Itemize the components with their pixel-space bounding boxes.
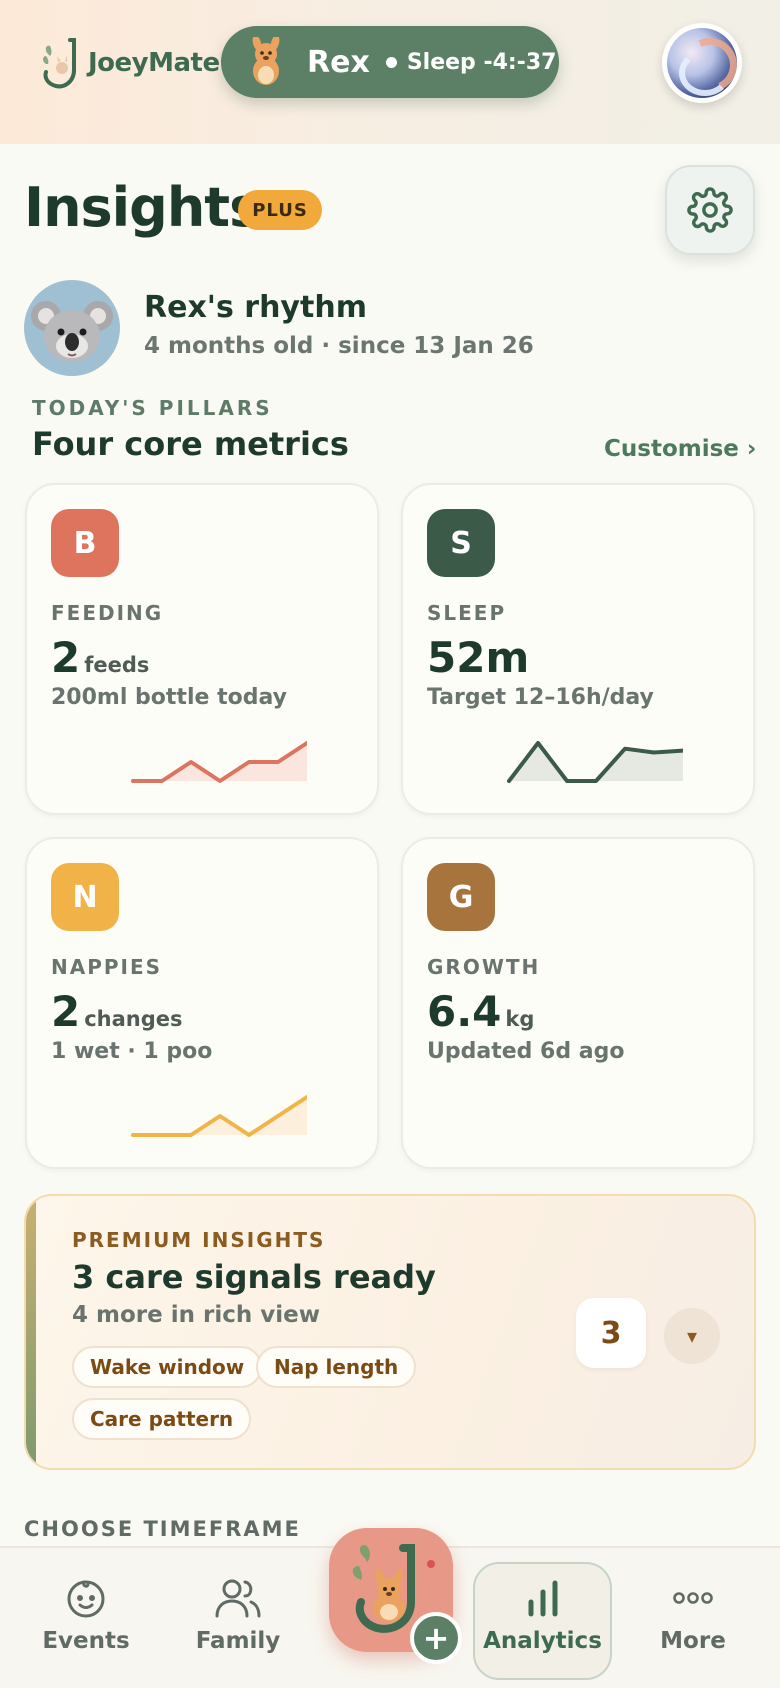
nav-family[interactable]: Family bbox=[178, 1548, 298, 1688]
plus-badge: PLUS bbox=[238, 190, 322, 230]
feeding-count: 2 bbox=[51, 633, 81, 682]
sleep-value: 52m bbox=[427, 633, 529, 682]
nav-events-label: Events bbox=[42, 1628, 130, 1654]
feeding-value: 2 feeds bbox=[51, 633, 149, 682]
settings-button[interactable] bbox=[665, 165, 755, 255]
page-title: Insights bbox=[24, 176, 261, 239]
joey-logo-icon bbox=[43, 38, 76, 89]
premium-label: PREMIUM INSIGHTS bbox=[72, 1228, 326, 1252]
kangaroo-icon bbox=[252, 37, 280, 85]
rhythm-title: Rex's rhythm bbox=[144, 290, 367, 325]
baby-face-icon bbox=[67, 1580, 105, 1618]
nappies-value: 2 changes bbox=[51, 987, 183, 1036]
feeding-unit: feeds bbox=[84, 653, 150, 677]
premium-subtitle: 4 more in rich view bbox=[72, 1302, 320, 1328]
nappies-card[interactable]: N NAPPIES 2 changes 1 wet · 1 poo bbox=[25, 837, 379, 1169]
joeymate-logo[interactable]: JoeyMate bbox=[40, 36, 220, 90]
gear-icon bbox=[687, 187, 733, 233]
nav-more[interactable]: More bbox=[633, 1548, 753, 1688]
nappies-unit: changes bbox=[84, 1007, 183, 1031]
nappies-count: 2 bbox=[51, 987, 81, 1036]
sleep-label: SLEEP bbox=[427, 601, 507, 625]
nappies-label: NAPPIES bbox=[51, 955, 163, 979]
premium-accent-stripe bbox=[26, 1196, 36, 1468]
pillars-heading: Four core metrics bbox=[32, 425, 349, 463]
sleep-sparkline bbox=[507, 741, 683, 783]
nav-events[interactable]: Events bbox=[26, 1548, 146, 1688]
premium-title: 3 care signals ready bbox=[72, 1258, 436, 1296]
nav-analytics-label: Analytics bbox=[483, 1628, 602, 1654]
sleep-duration: 52m bbox=[427, 633, 530, 682]
nappies-tile-icon: N bbox=[51, 863, 119, 931]
user-avatar bbox=[667, 28, 737, 98]
sleep-tile-icon: S bbox=[427, 509, 495, 577]
people-icon bbox=[215, 1579, 261, 1618]
nav-analytics[interactable]: Analytics bbox=[473, 1548, 612, 1688]
nav-family-label: Family bbox=[195, 1628, 281, 1654]
feeding-sparkline bbox=[131, 741, 307, 783]
more-dots-icon bbox=[673, 1592, 713, 1604]
growth-sub: Updated 6d ago bbox=[427, 1039, 625, 1064]
user-avatar-button[interactable] bbox=[662, 23, 742, 103]
baby-name: Rex bbox=[307, 44, 370, 80]
feeding-card[interactable]: B FEEDING 2 feeds 200ml bottle today bbox=[25, 483, 379, 815]
sleep-sub: Target 12–16h/day bbox=[427, 685, 654, 710]
chip-wake-window[interactable]: Wake window bbox=[72, 1346, 263, 1388]
feeding-tile-icon: B bbox=[51, 509, 119, 577]
pillars-section-label: TODAY'S PILLARS bbox=[32, 396, 273, 420]
koala-icon bbox=[31, 301, 113, 362]
rhythm-subtitle: 4 months old · since 13 Jan 26 bbox=[144, 333, 534, 359]
baby-switcher-pill[interactable]: Rex Sleep -4:-37 bbox=[221, 26, 559, 98]
nappies-sparkline bbox=[131, 1095, 307, 1137]
customise-link[interactable]: Customise › bbox=[604, 436, 756, 462]
timeframe-label: CHOOSE TIMEFRAME bbox=[24, 1517, 301, 1541]
chip-nap-length[interactable]: Nap length bbox=[256, 1346, 417, 1388]
bar-chart-icon bbox=[528, 1580, 557, 1617]
chip-care-pattern[interactable]: Care pattern bbox=[72, 1398, 252, 1440]
growth-tile-icon: G bbox=[427, 863, 495, 931]
feeding-label: FEEDING bbox=[51, 601, 164, 625]
nappies-sub: 1 wet · 1 poo bbox=[51, 1039, 213, 1064]
sleep-card[interactable]: S SLEEP 52m Target 12–16h/day bbox=[401, 483, 755, 815]
sleep-status: Sleep -4:-37 bbox=[406, 49, 557, 75]
feeding-sub: 200ml bottle today bbox=[51, 685, 287, 710]
growth-label: GROWTH bbox=[427, 955, 541, 979]
premium-insights-card[interactable]: PREMIUM INSIGHTS 3 care signals ready 4 … bbox=[24, 1194, 756, 1470]
signals-count-badge: 3 bbox=[576, 1298, 646, 1368]
growth-card[interactable]: G GROWTH 6.4 kg Updated 6d ago bbox=[401, 837, 755, 1169]
nav-more-label: More bbox=[660, 1628, 726, 1654]
growth-weight: 6.4 bbox=[427, 987, 502, 1036]
add-plus-button[interactable]: + bbox=[410, 1612, 462, 1664]
baby-avatar[interactable] bbox=[24, 280, 120, 376]
logo-text: JoeyMate bbox=[88, 48, 220, 78]
growth-unit: kg bbox=[505, 1007, 535, 1031]
status-dot bbox=[385, 56, 397, 68]
app-header: JoeyMate Rex Sleep -4:-37 bbox=[0, 0, 780, 144]
expand-chevron-button[interactable]: ▾ bbox=[664, 1308, 720, 1364]
growth-value: 6.4 kg bbox=[427, 987, 534, 1036]
